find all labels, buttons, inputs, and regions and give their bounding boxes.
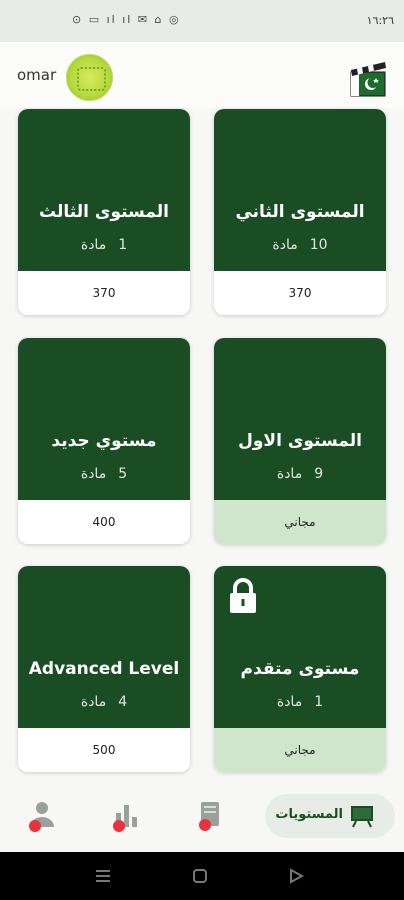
level-title: Advanced Level [28, 659, 180, 679]
levels-board-icon [351, 806, 373, 828]
level-card[interactable]: المستوى الاول 9مادة مجاني [214, 338, 386, 544]
level-subject-count: 5مادة [80, 466, 128, 482]
level-subject-count: 9مادة [276, 466, 324, 482]
status-time: ١٦:٢٦ [366, 14, 394, 27]
level-subject-count: 1مادة [276, 694, 324, 710]
level-title: مستوي جديد [51, 431, 157, 451]
level-card[interactable]: المستوى الثالث 1مادة 370 [18, 109, 190, 315]
level-price: 500 [18, 728, 190, 772]
level-title: المستوى الثالث [39, 202, 169, 222]
clapperboard-flag-logo-icon [350, 62, 386, 97]
app-header: omar [0, 42, 404, 108]
lock-icon [230, 578, 256, 613]
profile-icon[interactable] [25, 794, 57, 838]
level-card[interactable]: Advanced Level 4مادة 500 [18, 566, 190, 772]
status-bar: ⊙ ▭ ıl ıl ✉ ⌂ ◎ ١٦:٢٦ [0, 0, 404, 42]
level-price: مجاني [214, 728, 386, 772]
back-icon[interactable] [288, 868, 304, 884]
level-price: 370 [214, 271, 386, 315]
level-title: المستوى الثاني [235, 202, 365, 222]
bottom-nav: المستويات [0, 780, 404, 852]
avatar[interactable] [66, 54, 113, 101]
recent-apps-icon[interactable] [95, 868, 111, 884]
level-title: المستوى الاول [238, 431, 362, 451]
level-subject-count: 1مادة [80, 237, 128, 253]
level-price: 370 [18, 271, 190, 315]
level-title: مستوى متقدم [240, 659, 360, 679]
notes-icon[interactable] [195, 794, 225, 838]
level-price: مجاني [214, 500, 386, 544]
level-subject-count: 4مادة [80, 694, 128, 710]
home-icon[interactable] [192, 868, 208, 884]
status-icons: ⊙ ▭ ıl ıl ✉ ⌂ ◎ [72, 13, 181, 26]
username[interactable]: omar [17, 66, 56, 84]
system-nav-bar [0, 852, 404, 900]
nav-levels[interactable]: المستويات [265, 794, 395, 838]
level-card[interactable]: المستوى الثاني 10مادة 370 [214, 109, 386, 315]
level-subject-count: 10مادة [272, 237, 328, 253]
level-card[interactable]: مستوى متقدم 1مادة مجاني [214, 566, 386, 772]
stats-icon[interactable] [110, 794, 142, 838]
nav-levels-label: المستويات [275, 807, 343, 822]
level-price: 400 [18, 500, 190, 544]
level-card[interactable]: مستوي جديد 5مادة 400 [18, 338, 190, 544]
